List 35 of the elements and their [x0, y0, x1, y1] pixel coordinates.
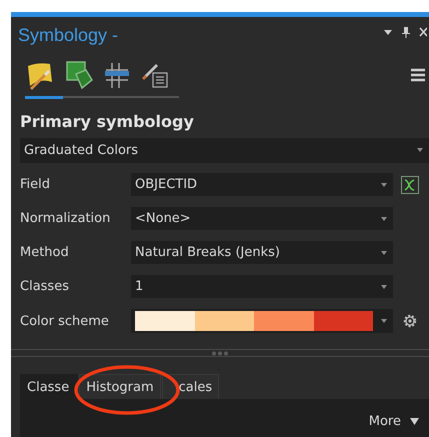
field-label: Normalization: [20, 211, 112, 226]
caret-icon: [381, 319, 387, 323]
caret-icon: [381, 183, 387, 187]
select-field[interactable]: Natural Breaks (Jenks): [131, 241, 393, 264]
field-label: Method: [20, 245, 70, 260]
caret-icon: [381, 251, 387, 255]
renderer-dropdown[interactable]: Graduated Colors: [20, 138, 429, 163]
field-label: Color scheme: [20, 314, 110, 328]
tab[interactable]: cales: [162, 374, 220, 399]
grid-icon[interactable]: [102, 60, 132, 90]
settings-icon[interactable]: [401, 312, 419, 330]
selection-indicator: [25, 96, 63, 99]
pane-title: Symbology -: [18, 24, 118, 46]
close-icon[interactable]: [419, 27, 427, 37]
select-field[interactable]: <None>: [131, 207, 393, 230]
polygons-icon[interactable]: [64, 60, 94, 90]
select-field[interactable]: OBJECTID: [131, 173, 393, 196]
pin-icon[interactable]: [401, 26, 411, 38]
expression-button[interactable]: [401, 176, 419, 194]
menu-icon[interactable]: [411, 68, 425, 82]
field-label: Field: [20, 177, 52, 192]
more-button[interactable]: More: [368, 413, 419, 429]
field-label: Classes: [20, 279, 70, 294]
caret-icon: [381, 217, 387, 221]
dropdown-icon[interactable]: [383, 27, 393, 37]
tab[interactable]: Classe: [20, 374, 78, 399]
splitter-handle-icon[interactable]: [211, 350, 229, 356]
caret-icon: [381, 285, 387, 289]
caret-icon: [410, 418, 419, 424]
caret-icon: [417, 148, 423, 152]
color-scheme-dropdown[interactable]: [131, 309, 393, 333]
section-title: Primary symbology: [19, 111, 195, 131]
select-field[interactable]: 1: [131, 275, 393, 298]
tab[interactable]: Histogram: [79, 374, 161, 399]
expression-icon: [403, 178, 417, 190]
